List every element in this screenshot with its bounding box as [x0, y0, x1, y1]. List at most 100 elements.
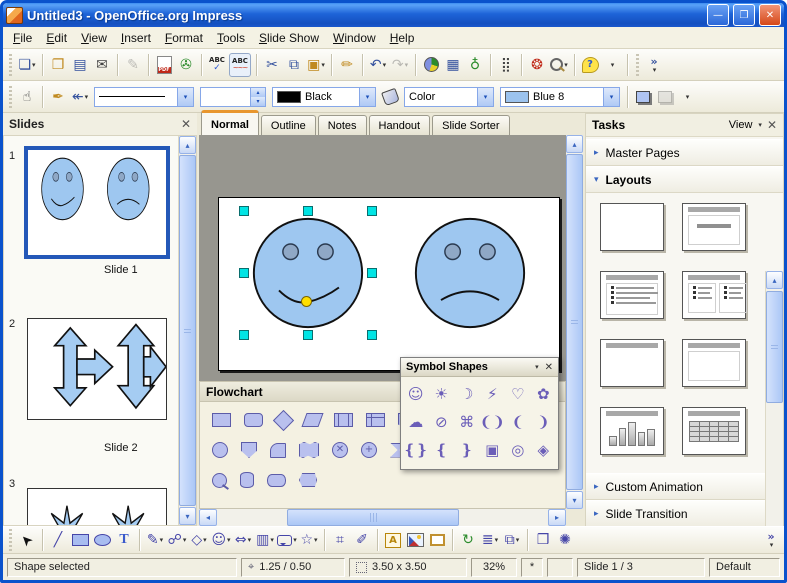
symbol-prohibited-icon[interactable]: ⊘: [429, 408, 455, 436]
edit-file-button[interactable]: ✎: [123, 54, 143, 76]
symbol-double-brace-icon[interactable]: ❴❵: [403, 436, 429, 464]
menu-help[interactable]: Help: [383, 28, 422, 48]
undo-button[interactable]: ↶▾: [368, 54, 388, 76]
slides-scrollbar-thumb[interactable]: [179, 155, 196, 506]
symbol-shapes-tool[interactable]: ☺▾: [211, 529, 231, 551]
layouts-scrollbar[interactable]: ▴ ▾: [765, 271, 783, 551]
layout-title-table[interactable]: [682, 407, 746, 455]
symbol-moon-icon[interactable]: ☽: [454, 380, 480, 408]
frown-shape[interactable]: [416, 219, 524, 327]
layout-title-two-content[interactable]: [682, 271, 746, 319]
canvas-vertical-scrollbar[interactable]: ▴ ▾: [566, 135, 583, 509]
layout-title-empty-content[interactable]: [682, 339, 746, 387]
format-paintbrush-button[interactable]: ✏: [337, 54, 357, 76]
section-layouts[interactable]: ▾ Layouts: [586, 166, 783, 193]
slide-canvas[interactable]: [218, 197, 560, 371]
flowchart-predefined-process-shape[interactable]: [334, 413, 353, 427]
fontwork-tool[interactable]: A: [383, 529, 403, 551]
scroll-up-icon[interactable]: ▴: [566, 135, 583, 153]
selection-handle[interactable]: [303, 330, 313, 340]
insert-picture-tool[interactable]: [405, 529, 425, 551]
layout-title-bullets[interactable]: [600, 271, 664, 319]
zoom-button[interactable]: ▾: [549, 54, 569, 76]
menu-edit[interactable]: Edit: [39, 28, 74, 48]
spellcheck-button[interactable]: ABC✓: [207, 54, 227, 76]
selection-handle[interactable]: [367, 268, 377, 278]
presentation-toolbar-overflow[interactable]: »▾: [644, 54, 664, 76]
page-style-field[interactable]: Default: [709, 558, 780, 577]
line-dialog-button[interactable]: ✒: [48, 86, 68, 108]
text-tool[interactable]: T: [114, 529, 134, 551]
canvas-horizontal-scrollbar[interactable]: ◂ ▸: [199, 509, 566, 526]
flowchart-card-shape[interactable]: [270, 443, 286, 458]
open-button[interactable]: ❐: [48, 54, 68, 76]
animation-tool[interactable]: ✺: [555, 529, 575, 551]
canvas-hscroll-thumb[interactable]: [287, 509, 459, 526]
symbol-flower-icon[interactable]: ✿: [531, 380, 557, 408]
object-size-field[interactable]: 3.50 x 3.50: [349, 558, 467, 577]
tab-notes[interactable]: Notes: [318, 115, 367, 135]
slides-panel-close-icon[interactable]: ✕: [181, 117, 191, 131]
gallery-tool[interactable]: [427, 529, 447, 551]
arrow-style-button[interactable]: ↞▾: [70, 86, 90, 108]
extrusion-tool[interactable]: ❒: [533, 529, 553, 551]
scroll-up-icon[interactable]: ▴: [179, 136, 196, 154]
hyperlink-button[interactable]: ♁: [465, 54, 485, 76]
selection-handle[interactable]: [367, 330, 377, 340]
paste-button[interactable]: ▣▾: [306, 54, 326, 76]
toolbar-grip[interactable]: [9, 86, 12, 108]
arrange-tool[interactable]: ⧉▾: [502, 529, 522, 551]
flowchart-sequential-access-shape[interactable]: [212, 473, 227, 488]
symbol-right-bracket-icon[interactable]: ❩: [531, 408, 557, 436]
new-document-button[interactable]: ❏▾: [17, 54, 37, 76]
layout-blank[interactable]: [600, 203, 664, 251]
symbol-double-bracket-icon[interactable]: ❨❩: [480, 408, 506, 436]
combo-arrow-icon[interactable]: ▾: [603, 88, 619, 106]
stars-tool[interactable]: ☆▾: [299, 529, 319, 551]
rectangle-tool[interactable]: [70, 529, 90, 551]
symbol-shapes-titlebar[interactable]: Symbol Shapes ▾ ✕: [401, 358, 558, 377]
block-arrows-tool[interactable]: ⇔▾: [233, 529, 253, 551]
flowchart-connector-shape[interactable]: [212, 442, 228, 458]
scroll-right-icon[interactable]: ▸: [548, 509, 566, 526]
menu-tools[interactable]: Tools: [210, 28, 252, 48]
flowchart-decision-shape[interactable]: [273, 409, 294, 430]
redo-button[interactable]: ↷▾: [390, 54, 410, 76]
selection-handle[interactable]: [239, 330, 249, 340]
export-pdf-button[interactable]: PDF: [154, 54, 174, 76]
flowchart-tool[interactable]: ▥▾: [255, 529, 275, 551]
menu-view[interactable]: View: [74, 28, 114, 48]
combo-arrow-icon[interactable]: ▾: [359, 88, 375, 106]
cut-button[interactable]: ✂: [262, 54, 282, 76]
menu-window[interactable]: Window: [326, 28, 383, 48]
align-tool[interactable]: ≣▾: [480, 529, 500, 551]
ellipse-tool[interactable]: [92, 529, 112, 551]
email-button[interactable]: ✉: [92, 54, 112, 76]
scroll-up-icon[interactable]: ▴: [766, 271, 783, 289]
copy-button[interactable]: ⧉: [284, 54, 304, 76]
shadow-style-button[interactable]: [655, 86, 675, 108]
flowchart-off-page-connector-shape[interactable]: [241, 442, 257, 458]
drawbar-overflow[interactable]: »▾: [761, 529, 781, 551]
slide-3-thumbnail[interactable]: [27, 488, 167, 526]
palette-close-icon[interactable]: ✕: [545, 362, 553, 373]
help-button[interactable]: ?: [580, 54, 600, 76]
symbol-octagon-bevel-icon[interactable]: ◎: [505, 436, 531, 464]
flowchart-or-shape[interactable]: +: [361, 442, 377, 458]
print-button[interactable]: ✇: [176, 54, 196, 76]
flowchart-summing-junction-shape[interactable]: ✕: [332, 442, 348, 458]
combo-arrow-icon[interactable]: ▾: [477, 88, 493, 106]
canvas-vscroll-thumb[interactable]: [566, 154, 583, 490]
symbol-heart-icon[interactable]: ♡: [505, 380, 531, 408]
selection-handle[interactable]: [303, 206, 313, 216]
toolbar-grip[interactable]: [9, 529, 12, 551]
symbol-left-bracket-icon[interactable]: ❨: [505, 408, 531, 436]
rotate-tool[interactable]: ↻: [458, 529, 478, 551]
tasks-view-dropdown-icon[interactable]: ▾: [758, 121, 762, 129]
flowchart-internal-storage-shape[interactable]: [366, 413, 385, 427]
layout-title-content[interactable]: [682, 203, 746, 251]
insert-chart-button[interactable]: [421, 54, 441, 76]
flowchart-paper-tape-shape[interactable]: [299, 442, 319, 458]
flowchart-data-shape[interactable]: [301, 413, 323, 427]
edit-points-mode-button[interactable]: ☝: [17, 86, 37, 108]
